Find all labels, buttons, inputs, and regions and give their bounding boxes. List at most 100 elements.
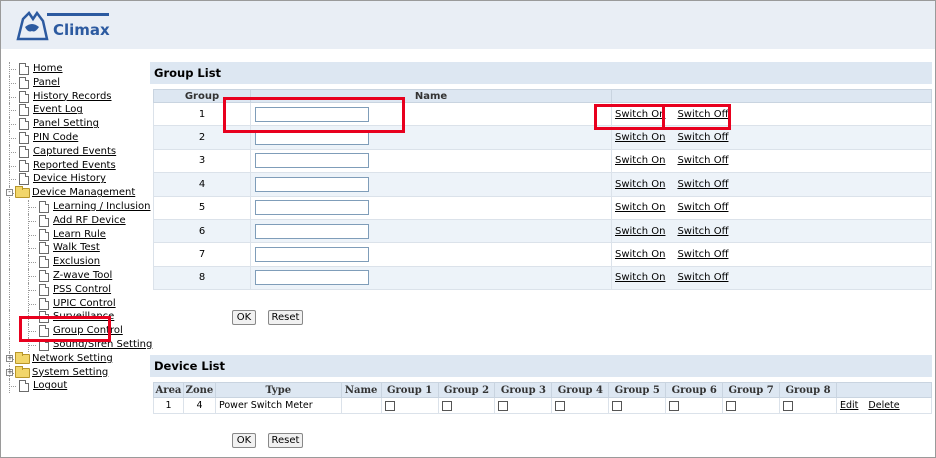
sidebar-item-label[interactable]: Group Control	[53, 324, 123, 337]
expand-icon[interactable]: +	[6, 368, 13, 376]
sidebar-item-label[interactable]: Panel Setting	[33, 117, 99, 130]
collapse-icon[interactable]: -	[6, 189, 13, 197]
group-name-input[interactable]	[255, 200, 369, 216]
switch-on-link[interactable]: Switch On	[615, 132, 665, 143]
document-icon	[39, 228, 49, 241]
sidebar-item-label[interactable]: Device History	[33, 172, 106, 185]
switch-off-link[interactable]: Switch Off	[677, 155, 728, 166]
sidebar-item-logout[interactable]: Logout	[6, 379, 146, 394]
switch-on-link[interactable]: Switch On	[615, 202, 665, 213]
group-name-input[interactable]	[255, 223, 369, 239]
sidebar-item-upic-control[interactable]: UPIC Control	[6, 296, 146, 311]
sidebar-item-label[interactable]: Event Log	[33, 103, 83, 116]
group-8-checkbox[interactable]	[783, 400, 794, 411]
sidebar-item-home[interactable]: Home	[6, 62, 146, 76]
group-6-checkbox[interactable]	[669, 400, 680, 411]
sidebar-item-z-wave-tool[interactable]: Z-wave Tool	[6, 268, 146, 283]
sidebar-item-label[interactable]: Sound/Siren Setting	[53, 338, 152, 351]
sidebar-item-panel[interactable]: Panel	[6, 75, 146, 90]
group-checkbox-cell	[380, 397, 439, 414]
switch-on-link[interactable]: Switch On	[615, 155, 665, 166]
group-name-input[interactable]	[255, 106, 369, 122]
group-3-checkbox[interactable]	[498, 400, 509, 411]
group-row: 4 Switch On Switch Off	[153, 172, 932, 197]
switch-off-link[interactable]: Switch Off	[677, 249, 728, 260]
tree-line	[9, 151, 16, 153]
sidebar-item-label[interactable]: Add RF Device	[53, 214, 126, 227]
group-name-input[interactable]	[255, 153, 369, 169]
sidebar-item-learning-inclusion[interactable]: Learning / Inclusion	[6, 199, 151, 214]
col-group-header: Group	[153, 89, 251, 103]
switch-off-link[interactable]: Switch Off	[677, 272, 728, 283]
switch-off-link[interactable]: Switch Off	[677, 132, 728, 143]
switch-off-link[interactable]: Switch Off	[677, 202, 728, 213]
sidebar-item-label[interactable]: Network Setting	[32, 352, 113, 365]
sidebar-item-label[interactable]: Walk Test	[53, 241, 100, 254]
switch-off-link[interactable]: Switch Off	[677, 226, 728, 237]
sidebar-item-history-records[interactable]: History Records	[6, 89, 146, 104]
switch-on-link[interactable]: Switch On	[615, 249, 665, 260]
delete-link[interactable]: Delete	[868, 400, 899, 411]
switch-off-link[interactable]: Switch Off	[677, 109, 728, 120]
sidebar-item-label[interactable]: Device Management	[32, 186, 135, 199]
sidebar-item-device-management[interactable]: - Device Management	[6, 186, 146, 200]
tree-line	[9, 124, 16, 126]
document-icon	[39, 325, 49, 338]
group-4-checkbox[interactable]	[555, 400, 566, 411]
expand-icon[interactable]: +	[6, 354, 13, 362]
group-name-input[interactable]	[255, 247, 369, 263]
switch-on-link[interactable]: Switch On	[615, 109, 665, 120]
sidebar-item-pin-code[interactable]: PIN Code	[6, 130, 146, 145]
sidebar-item-label[interactable]: Surveillance	[53, 310, 114, 323]
group-ok-button[interactable]: OK	[232, 310, 256, 325]
sidebar-item-event-log[interactable]: Event Log	[6, 103, 146, 118]
document-icon	[39, 338, 49, 351]
device-reset-button[interactable]: Reset	[268, 433, 303, 448]
tree-line	[9, 96, 16, 98]
sidebar-item-network-setting[interactable]: + Network Setting	[6, 351, 146, 366]
group-name-input[interactable]	[255, 130, 369, 146]
switch-on-link[interactable]: Switch On	[615, 179, 665, 190]
sidebar-item-learn-rule[interactable]: Learn Rule	[6, 227, 146, 242]
group-name-input[interactable]	[255, 270, 369, 286]
switch-on-link[interactable]: Switch On	[615, 226, 665, 237]
sidebar-item-device-history[interactable]: Device History	[6, 172, 146, 187]
sidebar-item-add-rf-device[interactable]: Add RF Device	[6, 213, 146, 228]
group-2-checkbox[interactable]	[441, 400, 452, 411]
sidebar-item-label[interactable]: Home	[33, 62, 63, 75]
sidebar-item-pss-control[interactable]: PSS Control	[6, 282, 146, 297]
sidebar-item-label[interactable]: Logout	[33, 379, 67, 392]
sidebar-item-label[interactable]: Exclusion	[53, 255, 100, 268]
group-5-checkbox[interactable]	[612, 400, 623, 411]
sidebar-item-group-control[interactable]: Group Control	[6, 324, 146, 338]
sidebar-item-exclusion[interactable]: Exclusion	[6, 255, 146, 269]
switch-off-link[interactable]: Switch Off	[677, 179, 728, 190]
sidebar-item-label[interactable]: Learning / Inclusion	[53, 200, 151, 213]
device-ok-button[interactable]: OK	[232, 433, 256, 448]
sidebar-item-label[interactable]: Reported Events	[33, 159, 116, 172]
sidebar-item-label[interactable]: Captured Events	[33, 145, 116, 158]
group-name-input[interactable]	[255, 176, 369, 192]
switch-on-link[interactable]: Switch On	[615, 272, 665, 283]
sidebar-item-system-setting[interactable]: + System Setting	[6, 365, 146, 380]
sidebar-item-label[interactable]: PIN Code	[33, 131, 78, 144]
sidebar-item-label[interactable]: Learn Rule	[53, 228, 106, 241]
sidebar-item-captured-events[interactable]: Captured Events	[6, 144, 146, 159]
sidebar-item-surveillance[interactable]: Surveillance	[6, 310, 146, 325]
sidebar-item-reported-events[interactable]: Reported Events	[6, 158, 146, 173]
tree-line	[9, 255, 10, 269]
group-1-checkbox[interactable]	[384, 400, 395, 411]
sidebar-item-label[interactable]: Panel	[33, 76, 60, 89]
sidebar-item-panel-setting[interactable]: Panel Setting	[6, 117, 146, 131]
group-7-checkbox[interactable]	[726, 400, 737, 411]
edit-link[interactable]: Edit	[840, 400, 858, 411]
group-row: 5 Switch On Switch Off	[153, 195, 932, 220]
sidebar-item-label[interactable]: PSS Control	[53, 283, 111, 296]
sidebar-item-label[interactable]: Z-wave Tool	[53, 269, 112, 282]
sidebar-item-label[interactable]: History Records	[33, 90, 112, 103]
sidebar-item-walk-test[interactable]: Walk Test	[6, 241, 146, 256]
sidebar-item-label[interactable]: UPIC Control	[53, 297, 116, 310]
sidebar-item-sound-siren-setting[interactable]: Sound/Siren Setting	[6, 337, 152, 352]
sidebar-item-label[interactable]: System Setting	[32, 366, 108, 379]
group-reset-button[interactable]: Reset	[268, 310, 303, 325]
